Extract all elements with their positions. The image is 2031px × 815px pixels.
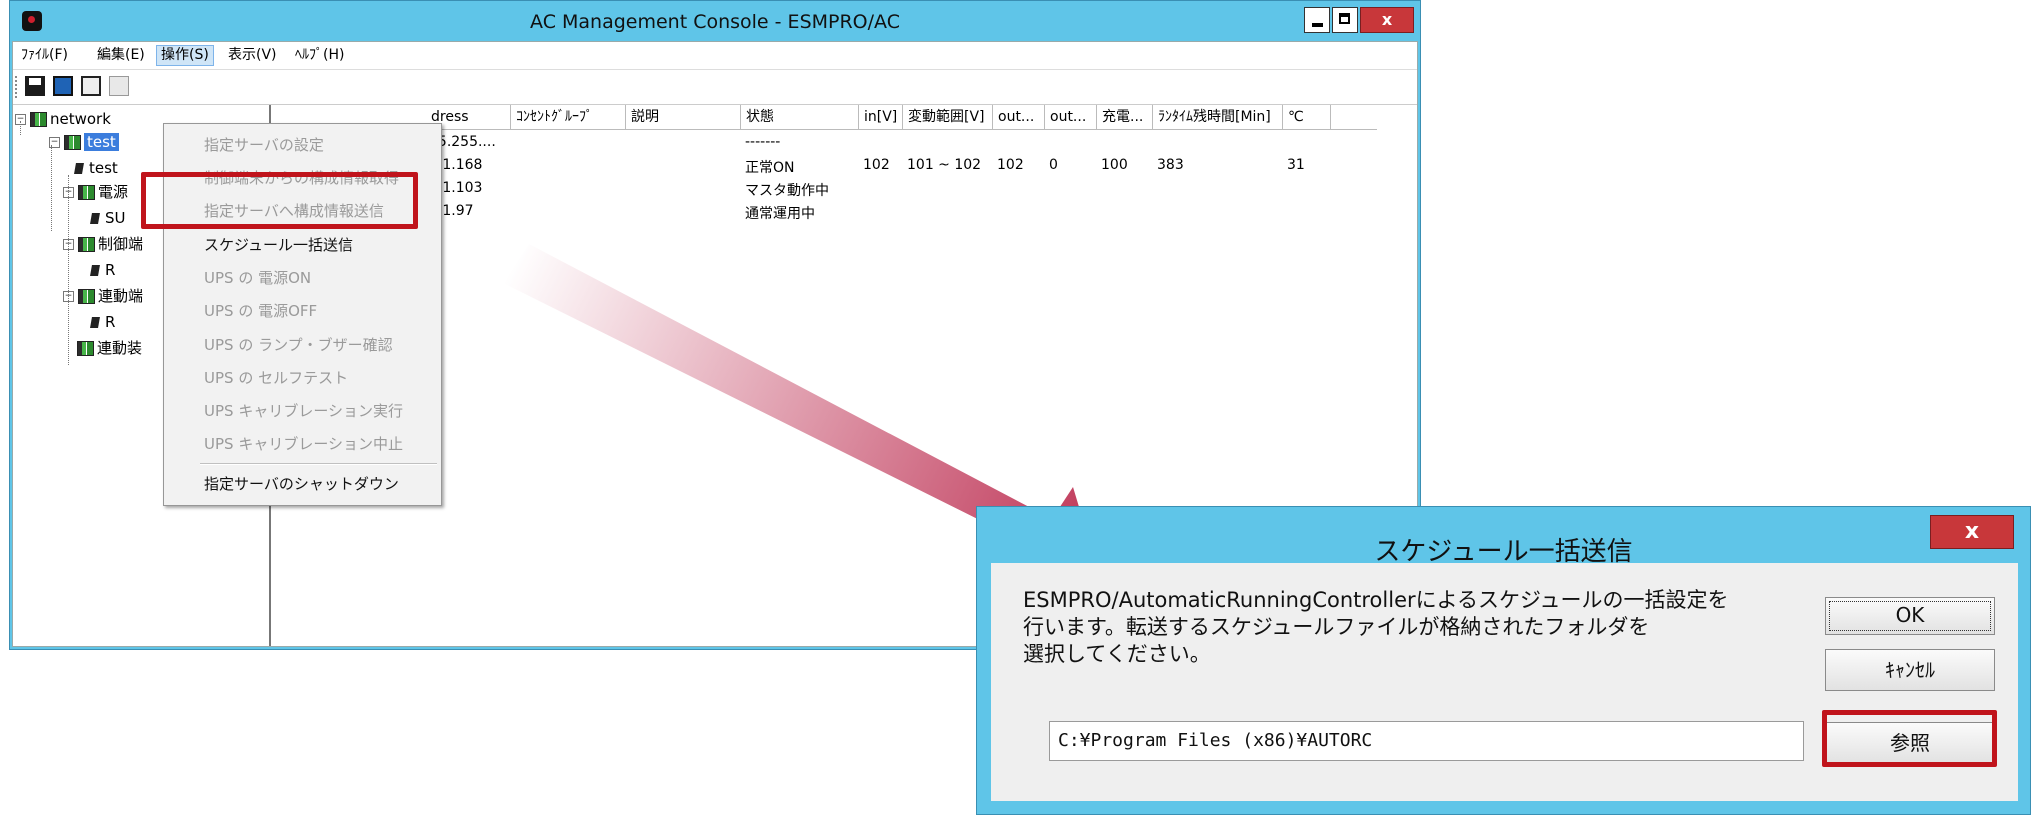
menu-help[interactable]: ﾍﾙﾌﾟ(H) (291, 45, 348, 66)
refresh-icon[interactable] (53, 76, 73, 96)
menu-item-ups-calibration-stop[interactable]: UPS キャリブレーション中止 (204, 433, 403, 454)
device-icon (90, 317, 100, 328)
menu-highlight (141, 172, 418, 229)
cell-status: ------- (745, 134, 781, 150)
cell-out1: 102 (997, 157, 1024, 173)
menu-item-ups-calibration-run[interactable]: UPS キャリブレーション実行 (204, 400, 403, 421)
col-range[interactable]: 変動範囲[V] (903, 105, 993, 129)
cell-charge: 100 (1101, 157, 1128, 173)
tree-line (51, 145, 52, 231)
maximize-button[interactable] (1332, 7, 1358, 33)
col-out1[interactable]: out... (993, 105, 1045, 129)
group-icon (78, 289, 95, 304)
collapse-icon[interactable]: − (63, 291, 74, 302)
tree-node-label: R (105, 261, 116, 279)
menu-separator (200, 463, 437, 465)
menu-edit[interactable]: 編集(E) (93, 45, 149, 66)
tree-node-test-group[interactable]: − test (49, 131, 119, 153)
group-icon (64, 135, 81, 150)
browse-highlight (1822, 710, 1997, 767)
tree-node-label: R (105, 313, 116, 331)
tree-node-label: SU (105, 209, 126, 227)
toolbar-grip-icon[interactable] (15, 76, 20, 98)
cell-status: 通常運用中 (745, 206, 815, 222)
collapse-icon[interactable]: − (15, 114, 26, 125)
toolbar (13, 70, 1417, 105)
col-status[interactable]: 状態 (741, 105, 859, 129)
dialog-close-button[interactable]: x (1930, 515, 2014, 549)
properties-icon[interactable] (81, 76, 101, 96)
col-out2[interactable]: out... (1045, 105, 1097, 129)
ok-button[interactable]: OK (1825, 597, 1995, 635)
close-button[interactable]: x (1360, 7, 1414, 33)
tree-node-test-server[interactable]: test (74, 157, 118, 179)
window-title: AC Management Console - ESMPRO/AC (530, 11, 900, 33)
cell-status: 正常ON (745, 160, 795, 176)
cell-temperature: 31 (1287, 157, 1305, 173)
col-runtime[interactable]: ﾗﾝﾀｲﾑ残時間[Min] (1153, 105, 1283, 129)
tree-node-label: 電源 (98, 183, 129, 201)
col-description[interactable]: 説明 (626, 105, 741, 129)
col-temperature[interactable]: ℃ (1283, 105, 1331, 129)
tree-node-linked-device[interactable]: 連動装 (77, 337, 142, 359)
tree-node-linked[interactable]: − 連動端 (63, 285, 143, 307)
col-input-voltage[interactable]: in[V] (859, 105, 903, 129)
dialog-message-line: ESMPRO/AutomaticRunningControllerによるスケジュ… (1023, 588, 1729, 612)
menu-view[interactable]: 表示(V) (224, 45, 281, 66)
menu-file[interactable]: ﾌｧｲﾙ(F) (17, 45, 72, 66)
dialog-message: ESMPRO/AutomaticRunningControllerによるスケジュ… (1023, 587, 1823, 668)
cell-input-voltage: 102 (863, 157, 890, 173)
title-bar[interactable]: AC Management Console - ESMPRO/AC x (10, 1, 1420, 41)
collapse-icon[interactable]: − (49, 137, 60, 148)
menu-item-server-shutdown[interactable]: 指定サーバのシャットダウン (204, 473, 399, 494)
menu-item-ups-power-on[interactable]: UPS の 電源ON (204, 267, 311, 288)
dialog-message-line: 選択してください。 (1023, 642, 1211, 666)
menu-item-server-settings[interactable]: 指定サーバの設定 (204, 134, 324, 155)
device-icon (90, 213, 100, 224)
tree-node-network[interactable]: − network (15, 108, 111, 130)
tree-node-control[interactable]: − 制御端 (63, 233, 143, 255)
tree-node-label: 連動装 (97, 339, 143, 357)
schedule-send-dialog: スケジュール一括送信 x ESMPRO/AutomaticRunningCont… (976, 506, 2031, 815)
folder-path-field[interactable]: C:¥Program Files (x86)¥AUTORC (1049, 721, 1804, 761)
save-icon[interactable] (25, 76, 45, 96)
col-charge[interactable]: 充電... (1097, 105, 1153, 129)
tree-node-label: 連動端 (98, 287, 144, 305)
menu-bar: ﾌｧｲﾙ(F) 編集(E) 操作(S) 表示(V) ﾍﾙﾌﾟ(H) (13, 42, 1417, 70)
tree-node-label: network (50, 110, 111, 128)
menu-item-schedule-send[interactable]: スケジュール一括送信 (204, 234, 353, 255)
minimize-button[interactable] (1304, 7, 1330, 33)
dialog-message-line: 行います。転送するスケジュールファイルが格納されたフォルダを (1023, 615, 1650, 639)
tree-node-r1[interactable]: R (90, 259, 116, 281)
group-icon (78, 185, 95, 200)
menu-item-ups-self-test[interactable]: UPS の セルフテスト (204, 367, 348, 388)
server-icon (74, 163, 84, 174)
device-icon (90, 265, 100, 276)
cell-runtime: 383 (1157, 157, 1184, 173)
cell-status: マスタ動作中 (745, 183, 829, 199)
menu-operation[interactable]: 操作(S) (156, 45, 214, 66)
tree-node-label: test (89, 159, 118, 177)
tree-line (68, 175, 69, 365)
tree-node-r2[interactable]: R (90, 311, 116, 333)
group-icon (78, 237, 95, 252)
network-icon (30, 112, 47, 127)
cancel-button[interactable]: ｷｬﾝｾﾙ (1825, 649, 1995, 691)
cell-out2: 0 (1049, 157, 1058, 173)
menu-item-ups-lamp-check[interactable]: UPS の ランプ・ブザー確認 (204, 334, 393, 355)
tree-node-label: test (84, 133, 119, 151)
menu-item-ups-power-off[interactable]: UPS の 電源OFF (204, 300, 317, 321)
cell-range: 101 ~ 102 (907, 157, 982, 173)
collapse-icon[interactable]: − (63, 239, 74, 250)
copy-icon[interactable] (109, 76, 129, 96)
tree-node-label: 制御端 (98, 235, 144, 253)
col-outlet-group[interactable]: ｺﾝｾﾝﾄｸﾞﾙｰﾌﾟ (511, 105, 626, 129)
collapse-icon[interactable]: − (63, 187, 74, 198)
tree-node-power[interactable]: − 電源 (63, 181, 128, 203)
tree-node-su[interactable]: SU (90, 207, 126, 229)
group-icon (77, 341, 94, 356)
